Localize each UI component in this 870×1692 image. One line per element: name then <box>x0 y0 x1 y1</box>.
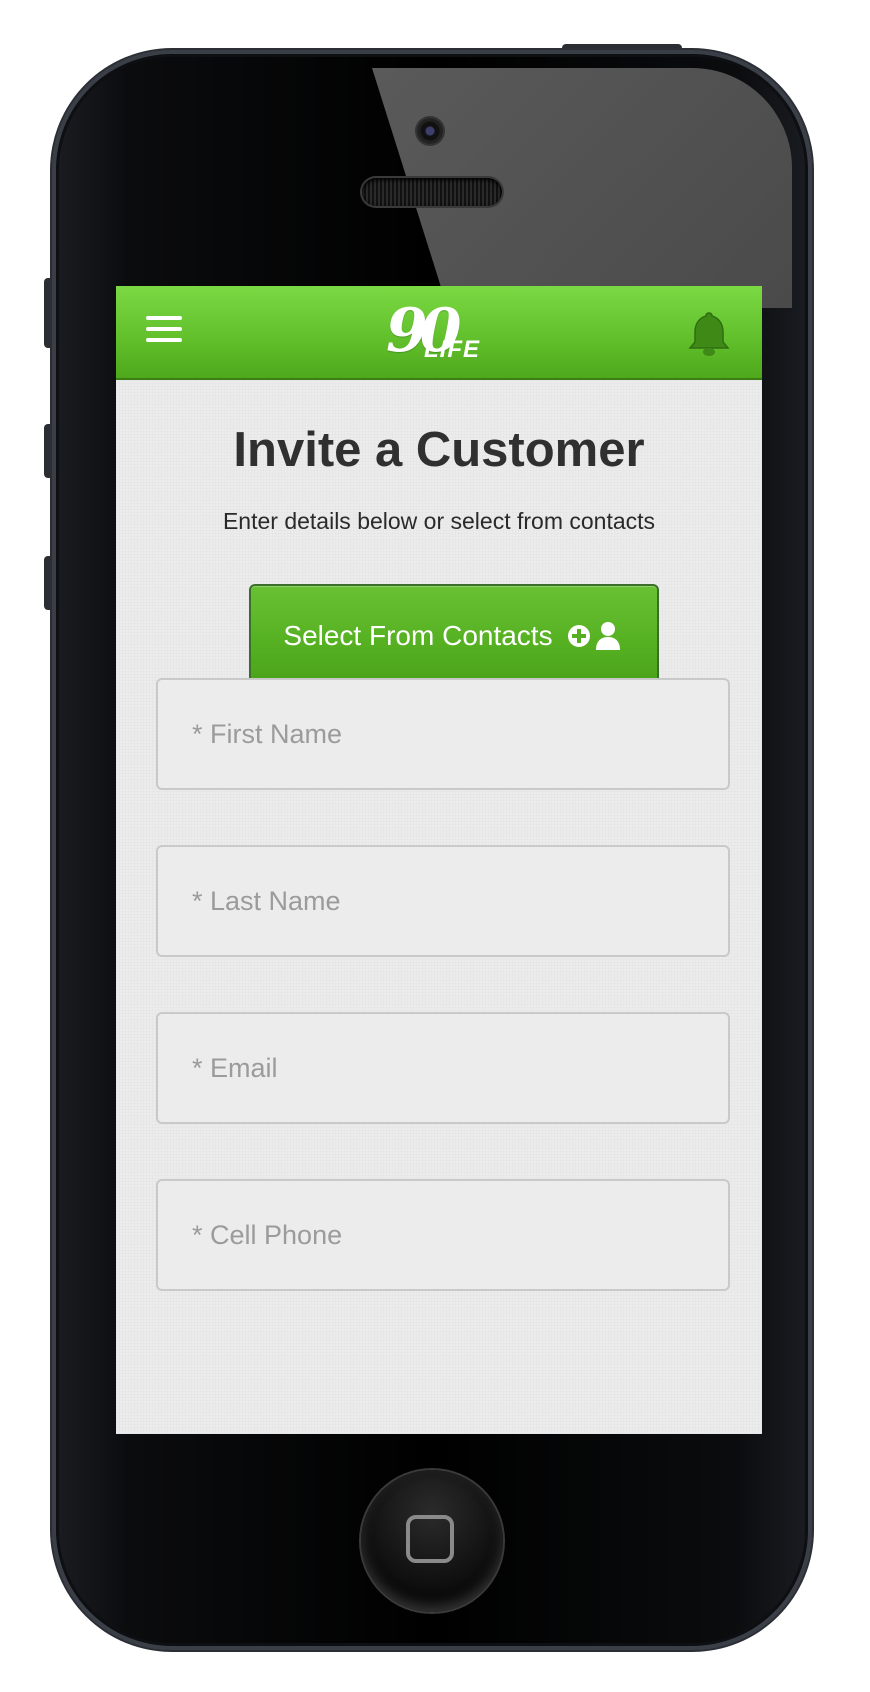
earpiece-speaker <box>362 178 502 206</box>
add-contact-icon <box>567 622 620 650</box>
last-name-field[interactable] <box>156 845 730 957</box>
page-subtitle: Enter details below or select from conta… <box>222 508 656 534</box>
cell-phone-field[interactable] <box>156 1179 730 1291</box>
app-screen: 90 LIFE Invite a Customer Enter details … <box>116 286 762 1434</box>
email-input[interactable] <box>190 1051 696 1085</box>
home-square-icon <box>406 1515 454 1563</box>
app-logo: 90 LIFE <box>386 296 496 366</box>
front-camera <box>417 118 443 144</box>
email-field[interactable] <box>156 1012 730 1124</box>
first-name-field[interactable] <box>156 678 730 790</box>
first-name-input[interactable] <box>190 717 696 751</box>
cell-phone-input[interactable] <box>190 1218 696 1252</box>
page-title: Invite a Customer <box>233 423 645 477</box>
hamburger-menu-icon[interactable] <box>146 316 182 344</box>
last-name-input[interactable] <box>190 884 696 918</box>
select-from-contacts-button[interactable]: Select From Contacts <box>249 584 659 688</box>
home-button[interactable] <box>361 1470 503 1612</box>
logo-word: LIFE <box>424 336 480 363</box>
bell-icon[interactable] <box>686 310 732 358</box>
top-navbar: 90 LIFE <box>116 286 762 380</box>
select-from-contacts-label: Select From Contacts <box>283 620 553 651</box>
